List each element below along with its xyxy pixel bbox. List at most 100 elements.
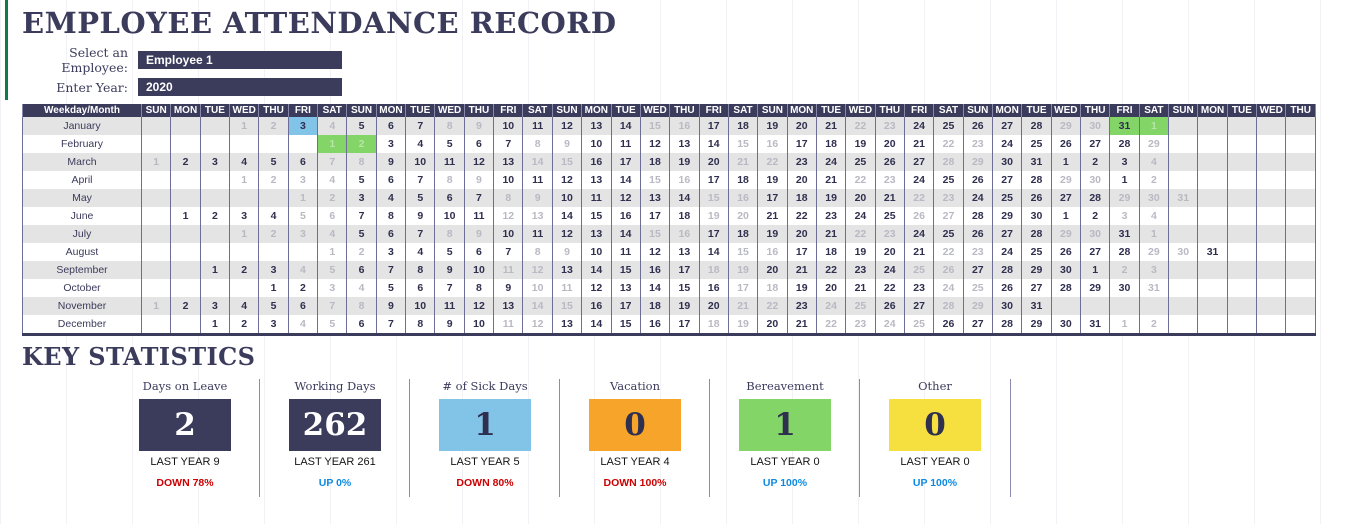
day-cell[interactable]: 22 [933,135,964,153]
day-cell[interactable]: 24 [815,153,847,171]
day-cell[interactable]: 30 [1050,315,1082,333]
day-cell[interactable]: 3 [317,279,348,297]
day-cell[interactable]: 28 [991,261,1023,279]
day-cell[interactable]: 23 [933,189,964,207]
day-cell-empty[interactable] [1285,153,1316,171]
day-cell[interactable]: 3 [229,207,260,225]
day-cell[interactable]: 18 [815,243,847,261]
day-cell[interactable]: 15 [669,279,700,297]
day-cell[interactable]: 22 [933,243,964,261]
day-cell[interactable]: 25 [845,153,876,171]
day-cell[interactable]: 19 [786,279,817,297]
day-cell-empty[interactable] [1168,261,1199,279]
day-cell[interactable]: 25 [962,279,993,297]
day-cell[interactable]: 2 [258,171,289,189]
day-cell-empty[interactable] [1226,135,1258,153]
day-cell[interactable]: 8 [522,243,553,261]
day-cell[interactable]: 26 [991,279,1023,297]
day-cell[interactable]: 28 [991,315,1023,333]
day-cell[interactable]: 6 [375,117,407,135]
day-cell[interactable]: 6 [346,315,377,333]
day-cell[interactable]: 5 [346,117,377,135]
day-cell[interactable]: 18 [698,315,729,333]
day-cell[interactable]: 5 [434,135,465,153]
day-cell[interactable]: 15 [639,117,671,135]
day-cell[interactable]: 7 [375,315,407,333]
day-cell-empty[interactable] [1256,117,1287,135]
day-cell[interactable]: 5 [375,279,407,297]
day-cell[interactable]: 4 [405,135,436,153]
day-cell[interactable]: 10 [581,135,612,153]
day-cell[interactable]: 13 [522,207,553,225]
day-cell[interactable]: 17 [698,117,729,135]
day-cell-empty[interactable] [1079,297,1111,315]
day-cell[interactable]: 5 [287,207,319,225]
day-cell[interactable]: 7 [493,243,524,261]
day-cell[interactable]: 21 [727,153,759,171]
employee-selector-input[interactable]: Employee 1 [138,51,342,69]
day-cell[interactable]: 30 [1079,117,1111,135]
day-cell[interactable]: 20 [786,171,817,189]
day-cell-empty[interactable] [1285,171,1316,189]
day-cell[interactable]: 29 [1050,171,1082,189]
day-cell[interactable]: 17 [610,297,641,315]
day-cell[interactable]: 23 [962,243,993,261]
day-cell-empty[interactable] [140,171,172,189]
day-cell[interactable]: 13 [581,171,612,189]
day-cell[interactable]: 1 [1079,261,1111,279]
day-cell-empty[interactable] [170,171,201,189]
day-cell[interactable]: 4 [287,315,319,333]
day-cell[interactable]: 19 [815,189,847,207]
day-cell[interactable]: 29 [1050,225,1082,243]
day-cell[interactable]: 16 [669,171,700,189]
day-cell-empty[interactable] [1285,297,1316,315]
day-cell[interactable]: 10 [581,243,612,261]
day-cell-empty[interactable] [287,135,319,153]
day-cell[interactable]: 2 [170,297,201,315]
day-cell[interactable]: 12 [493,207,524,225]
day-cell[interactable]: 28 [1109,135,1140,153]
day-cell[interactable]: 22 [815,261,847,279]
day-cell[interactable]: 25 [874,207,905,225]
day-cell-empty[interactable] [1197,279,1228,297]
day-cell[interactable]: 1 [317,135,348,153]
day-cell[interactable]: 20 [757,315,788,333]
day-cell-empty[interactable] [1168,135,1199,153]
day-cell[interactable]: 21 [786,315,817,333]
day-cell[interactable]: 25 [933,171,964,189]
day-cell-empty[interactable] [140,207,172,225]
day-cell-empty[interactable] [1197,297,1228,315]
day-cell-empty[interactable] [229,279,260,297]
day-cell-empty[interactable] [1285,207,1316,225]
day-cell[interactable]: 2 [258,117,289,135]
day-cell[interactable]: 8 [463,279,495,297]
day-cell[interactable]: 21 [727,297,759,315]
day-cell[interactable]: 14 [669,189,700,207]
day-cell-empty[interactable] [1256,189,1287,207]
day-cell[interactable]: 1 [199,315,231,333]
day-cell[interactable]: 23 [786,153,817,171]
day-cell[interactable]: 29 [1021,261,1052,279]
day-cell[interactable]: 1 [258,279,289,297]
day-cell[interactable]: 13 [551,261,583,279]
day-cell[interactable]: 28 [1050,279,1082,297]
day-cell[interactable]: 24 [991,243,1023,261]
day-cell[interactable]: 4 [346,279,377,297]
day-cell[interactable]: 22 [903,189,935,207]
day-cell[interactable]: 30 [1050,261,1082,279]
day-cell[interactable]: 15 [551,297,583,315]
day-cell-empty[interactable] [199,243,231,261]
day-cell[interactable]: 11 [434,297,465,315]
day-cell[interactable]: 11 [463,207,495,225]
day-cell[interactable]: 10 [522,279,553,297]
day-cell[interactable]: 24 [903,171,935,189]
day-cell-empty[interactable] [140,261,172,279]
day-cell[interactable]: 30 [1079,171,1111,189]
day-cell[interactable]: 16 [639,261,671,279]
day-cell-empty[interactable] [1285,117,1316,135]
day-cell[interactable]: 18 [727,225,759,243]
day-cell[interactable]: 18 [639,297,671,315]
day-cell[interactable]: 10 [463,261,495,279]
day-cell[interactable]: 20 [727,207,759,225]
day-cell-empty[interactable] [1285,189,1316,207]
